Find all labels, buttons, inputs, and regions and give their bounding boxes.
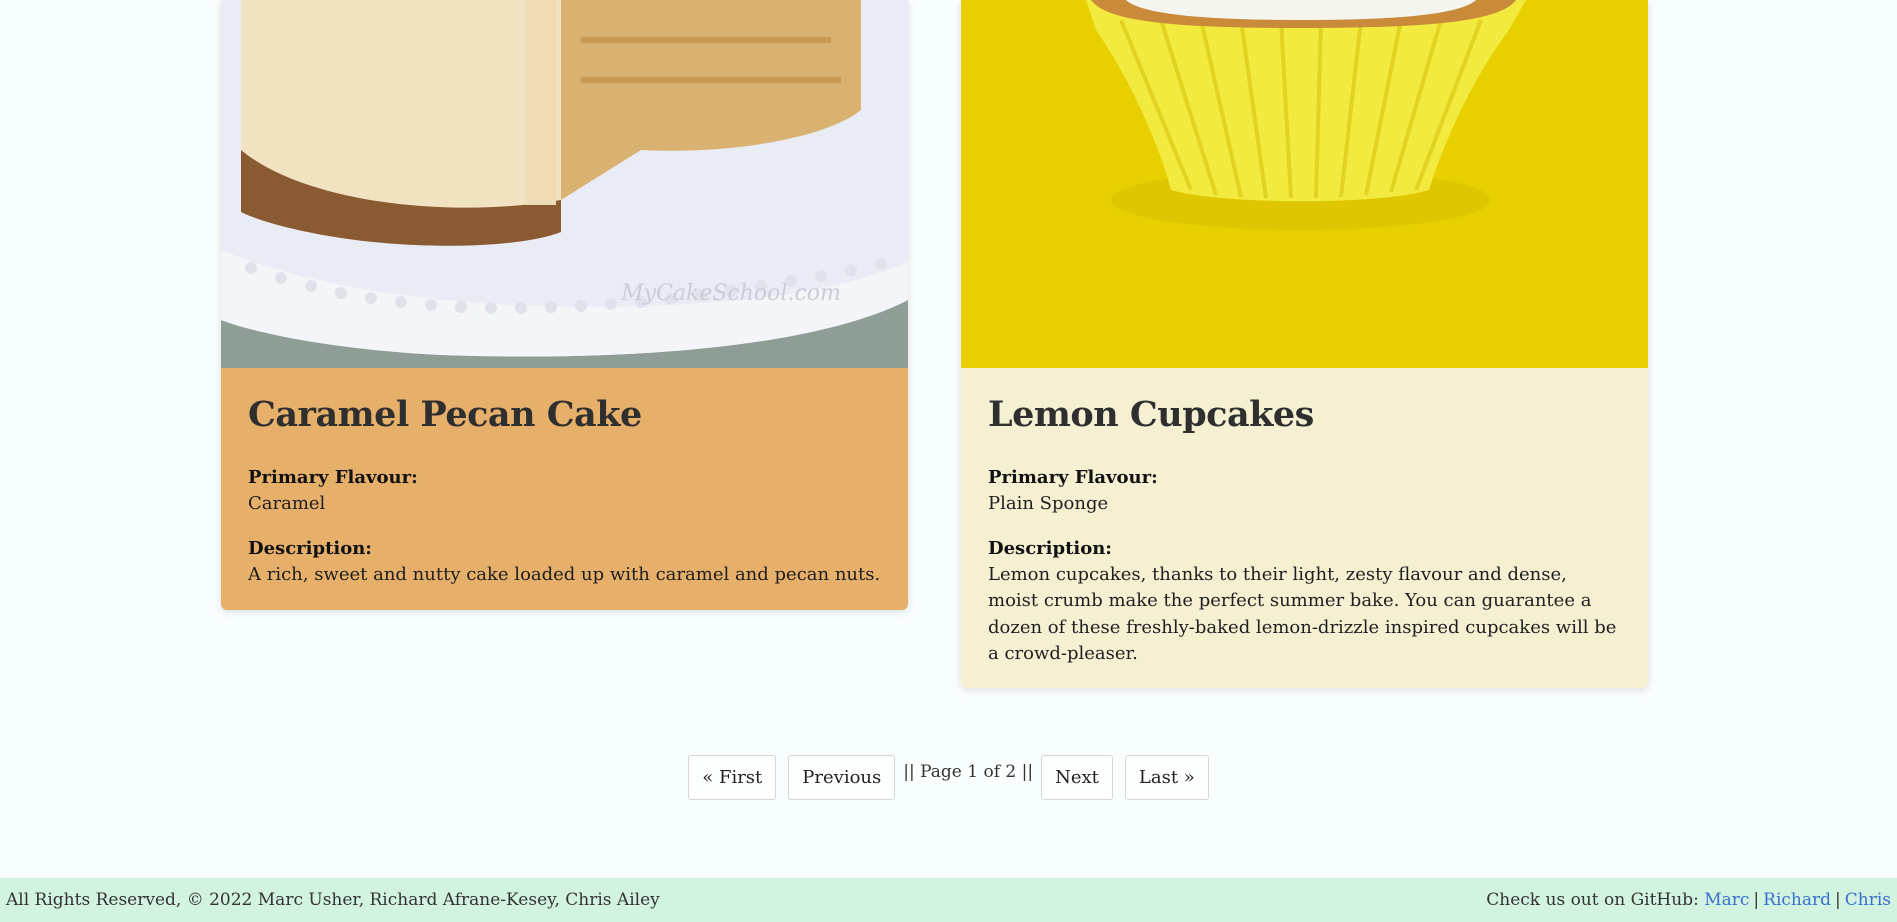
flavour-label: Primary Flavour:	[248, 467, 418, 488]
card-grid: MyCakeSchool.com Caramel Pecan Cake Prim…	[221, 0, 1648, 690]
card-body: Caramel Pecan Cake Primary Flavour: Cara…	[221, 368, 908, 608]
link-separator: |	[1753, 890, 1760, 910]
flavour-value: Plain Sponge	[988, 493, 1109, 514]
card-title: Caramel Pecan Cake	[248, 394, 642, 435]
github-prefix: Check us out on GitHub:	[1486, 890, 1699, 910]
description-label: Description:	[988, 537, 1112, 559]
last-page-button[interactable]: Last »	[1124, 755, 1209, 800]
cake-image	[961, 0, 1648, 368]
first-page-button[interactable]: « First	[688, 755, 777, 800]
github-links: Check us out on GitHub: Marc | Richard | Chr…	[1486, 890, 1891, 910]
link-separator: |	[1835, 890, 1841, 910]
github-link-marc[interactable]: Marc	[1704, 890, 1749, 910]
copyright-text: All Rights Reserved, © 2022 Marc Usher, …	[6, 890, 660, 910]
watermark-text: MyCakeSchool.com	[620, 281, 841, 306]
description-value: A rich, sweet and nutty cake loaded up w…	[248, 563, 881, 585]
pagination: « First Previous || Page 1 of 2 || Next …	[0, 755, 1897, 800]
description-label: Description:	[248, 537, 372, 559]
page-indicator: || Page 1 of 2 ||	[903, 762, 1034, 782]
github-link-richard[interactable]: Richard	[1763, 890, 1831, 910]
flavour-label: Primary Flavour:	[988, 467, 1158, 488]
description-value: Lemon cupcakes, thanks to their light, z…	[988, 563, 1617, 665]
footer: All Rights Reserved, © 2022 Marc Usher, …	[0, 878, 1897, 922]
github-link-chris[interactable]: Chris	[1845, 890, 1891, 910]
flavour-value: Caramel	[248, 493, 326, 514]
card-body: Lemon Cupcakes Primary Flavour: Plain Sp…	[961, 368, 1648, 688]
cake-card[interactable]: Lemon Cupcakes Primary Flavour: Plain Sp…	[961, 0, 1648, 688]
next-page-button[interactable]: Next	[1041, 755, 1113, 800]
cake-image: MyCakeSchool.com	[221, 0, 908, 368]
previous-page-button[interactable]: Previous	[788, 755, 896, 800]
card-title: Lemon Cupcakes	[988, 394, 1314, 435]
cake-card[interactable]: MyCakeSchool.com Caramel Pecan Cake Prim…	[221, 0, 908, 610]
